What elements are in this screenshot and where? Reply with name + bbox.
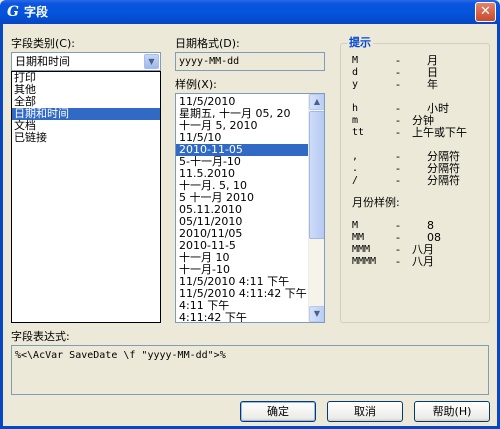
example-item[interactable]: 4:11 下午 <box>176 300 309 312</box>
example-item[interactable]: 2010-11-5 <box>176 240 309 252</box>
example-item[interactable]: 十一月 10 <box>176 252 309 264</box>
example-item[interactable]: 4:11:42 下午 <box>176 312 309 322</box>
example-item[interactable]: 十一月-10 <box>176 264 309 276</box>
example-item[interactable]: 05/11/2010 <box>176 216 309 228</box>
date-format-label: 日期格式(D): <box>175 37 240 50</box>
date-format-field[interactable]: yyyy-MM-dd <box>175 52 325 71</box>
scrollbar-thumb[interactable] <box>309 111 324 239</box>
example-item[interactable]: 11/5/10 <box>176 132 309 144</box>
example-item[interactable]: 11/5/2010 4:11:42 下午 <box>176 288 309 300</box>
example-item-selected[interactable]: 2010-11-05 <box>176 144 309 156</box>
expression-field[interactable]: %<\AcVar SaveDate \f "yyyy-MM-dd">% <box>11 345 489 395</box>
example-item[interactable]: 2010/11/05 <box>176 228 309 240</box>
app-icon: G <box>7 4 19 20</box>
help-button[interactable]: 帮助(H) <box>414 401 490 422</box>
example-item[interactable]: 11/5/2010 <box>176 96 309 108</box>
expression-value: %<\AcVar SaveDate \f "yyyy-MM-dd">% <box>15 350 226 361</box>
examples-label: 样例(X): <box>175 78 217 91</box>
example-item[interactable]: 11.5.2010 <box>176 168 309 180</box>
example-item[interactable]: 十一月. 5, 10 <box>176 180 309 192</box>
close-button[interactable]: ✕ <box>475 2 496 22</box>
category-option[interactable]: 已链接 <box>12 132 160 144</box>
category-label: 字段类别(C): <box>11 37 75 50</box>
chevron-down-icon[interactable]: ▼ <box>144 54 159 69</box>
example-item[interactable]: 十一月 5, 2010 <box>176 120 309 132</box>
arrow-down-icon[interactable]: ▼ <box>309 306 324 322</box>
example-item[interactable]: 05.11.2010 <box>176 204 309 216</box>
hints-title: 提示 <box>347 36 373 50</box>
date-format-value: yyyy-MM-dd <box>179 56 240 67</box>
example-item[interactable]: 5 十一月 2010 <box>176 192 309 204</box>
example-item[interactable]: 5-十一月-10 <box>176 156 309 168</box>
window-title: 字段 <box>24 5 49 19</box>
month-examples-label: 月份样例: <box>352 196 400 209</box>
category-selected: 日期和时间 <box>15 55 70 68</box>
arrow-up-icon[interactable]: ▲ <box>309 94 324 110</box>
hints-group <box>340 43 490 323</box>
example-item[interactable]: 星期五, 十一月 05, 20 <box>176 108 309 120</box>
ok-button[interactable]: 确定 <box>240 401 316 422</box>
category-combo[interactable]: 日期和时间 ▼ <box>11 52 161 71</box>
examples-list[interactable]: 11/5/2010 星期五, 十一月 05, 20 十一月 5, 2010 11… <box>175 93 325 323</box>
title-bar: G 字段 ✕ <box>0 0 500 24</box>
category-dropdown-list[interactable]: 打印 其他 全部 日期和时间 文档 已链接 <box>11 71 161 323</box>
example-item[interactable]: 11/5/2010 4:11 下午 <box>176 276 309 288</box>
examples-scrollbar[interactable]: ▲ ▼ <box>308 94 324 322</box>
cancel-button[interactable]: 取消 <box>327 401 403 422</box>
expression-label: 字段表达式: <box>11 330 70 343</box>
